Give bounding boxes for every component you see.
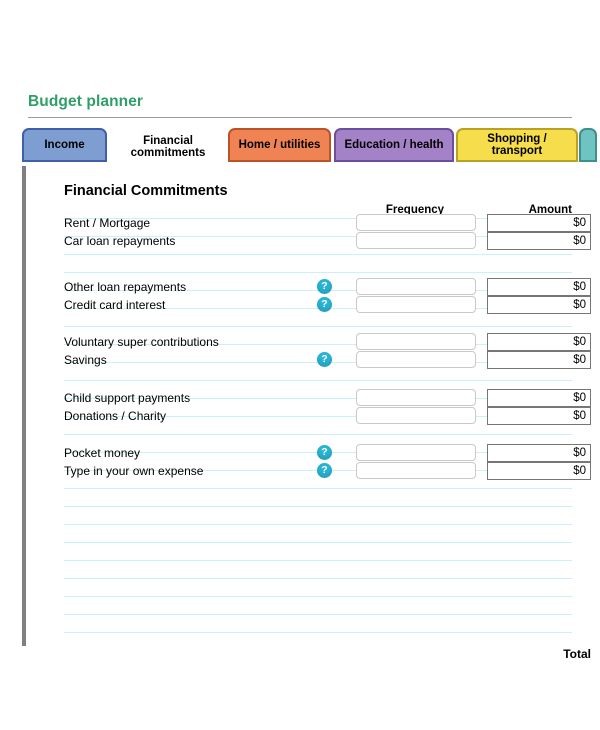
row-label-other-loan-repayments: Other loan repayments <box>64 280 187 294</box>
amount-value-type-in-your-own-expense: $0 <box>487 462 591 480</box>
ruled-line <box>64 632 572 633</box>
help-icon[interactable]: ? <box>317 445 332 460</box>
amount-value-donations-charity: $0 <box>487 407 591 425</box>
ruled-line <box>64 488 572 489</box>
tab-home-utilities[interactable]: Home / utilities <box>228 128 331 162</box>
row-label-pocket-money: Pocket money <box>64 446 141 460</box>
frequency-input-donations-charity[interactable] <box>356 407 476 424</box>
content-panel: Financial Commitments Frequency Amount R… <box>22 166 591 661</box>
title-divider <box>28 117 572 118</box>
ruled-line <box>64 506 572 507</box>
total-label: Total <box>563 647 591 661</box>
frequency-input-type-in-your-own-expense[interactable] <box>356 462 476 479</box>
ruled-line <box>64 578 572 579</box>
amount-value-savings: $0 <box>487 351 591 369</box>
row-label-type-in-your-own-expense: Type in your own expense <box>64 464 204 478</box>
ruled-line <box>64 524 572 525</box>
ruled-line <box>64 272 572 273</box>
ruled-line <box>64 614 572 615</box>
amount-value-rent-mortgage: $0 <box>487 214 591 232</box>
tab-financial-commitments[interactable]: Financial commitments <box>114 128 222 166</box>
tab-label: Home / utilities <box>238 138 321 151</box>
row-label-donations-charity: Donations / Charity <box>64 409 167 423</box>
amount-value-car-loan-repayments: $0 <box>487 232 591 250</box>
tab-label: Financial commitments <box>130 134 206 159</box>
ruled-line <box>64 560 572 561</box>
row-label-rent-mortgage: Rent / Mortgage <box>64 216 151 230</box>
tab-label: Education / health <box>344 138 444 151</box>
amount-value-pocket-money: $0 <box>487 444 591 462</box>
amount-value-voluntary-super-contributions: $0 <box>487 333 591 351</box>
frequency-input-other-loan-repayments[interactable] <box>356 278 476 295</box>
help-icon[interactable]: ? <box>317 463 332 478</box>
page-title: Budget planner <box>28 93 144 110</box>
ruled-line <box>64 434 572 435</box>
frequency-input-rent-mortgage[interactable] <box>356 214 476 231</box>
frequency-input-pocket-money[interactable] <box>356 444 476 461</box>
tab-income[interactable]: Income <box>22 128 107 162</box>
tab-education-health[interactable]: Education / health <box>334 128 454 162</box>
tab-shopping-transport[interactable]: Shopping / transport <box>456 128 578 162</box>
ruled-line <box>64 380 572 381</box>
row-label-child-support-payments: Child support payments <box>64 391 191 405</box>
amount-value-credit-card-interest: $0 <box>487 296 591 314</box>
help-icon[interactable]: ? <box>317 352 332 367</box>
frequency-input-voluntary-super-contributions[interactable] <box>356 333 476 350</box>
row-label-savings: Savings <box>64 353 107 367</box>
amount-value-other-loan-repayments: $0 <box>487 278 591 296</box>
section-heading: Financial Commitments <box>64 183 228 199</box>
frequency-input-savings[interactable] <box>356 351 476 368</box>
row-label-car-loan-repayments: Car loan repayments <box>64 234 176 248</box>
ruled-line <box>64 254 572 255</box>
help-icon[interactable]: ? <box>317 297 332 312</box>
tab-label: Income <box>44 138 85 151</box>
frequency-input-car-loan-repayments[interactable] <box>356 232 476 249</box>
row-label-credit-card-interest: Credit card interest <box>64 298 166 312</box>
help-icon[interactable]: ? <box>317 279 332 294</box>
row-label-voluntary-super-contributions: Voluntary super contributions <box>64 335 219 349</box>
ruled-line <box>64 542 572 543</box>
amount-value-child-support-payments: $0 <box>487 389 591 407</box>
tab-partial[interactable] <box>579 128 597 162</box>
ruled-line <box>64 596 572 597</box>
tab-strip: Income Financial commitments Home / utilit… <box>22 128 597 166</box>
tab-label: Shopping / transport <box>487 132 547 157</box>
frequency-input-credit-card-interest[interactable] <box>356 296 476 313</box>
frequency-input-child-support-payments[interactable] <box>356 389 476 406</box>
ruled-line <box>64 326 572 327</box>
